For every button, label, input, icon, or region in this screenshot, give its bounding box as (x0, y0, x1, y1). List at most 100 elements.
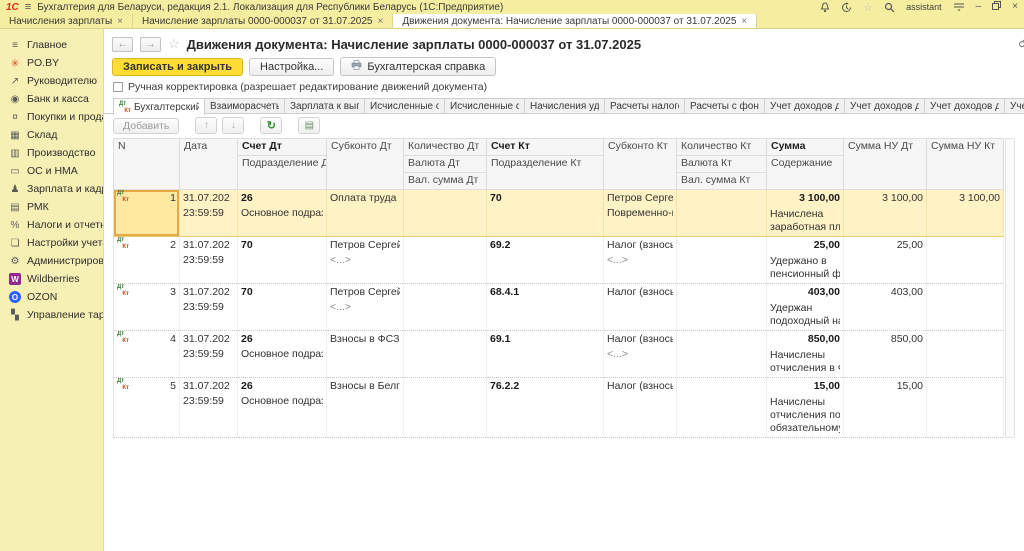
sidebar-item-зарплата-и-кадры[interactable]: ♟ Зарплата и кадры (0, 180, 103, 198)
sidebar-item-po-by[interactable]: ✳ PO.BY (0, 54, 103, 72)
search-icon[interactable] (884, 2, 895, 13)
register-tab[interactable]: Исчисленные стр... (445, 98, 525, 113)
sidebar-item-покупки-и-продажи[interactable]: ¤ Покупки и продажи (0, 108, 103, 126)
sidebar-item-налоги-и-отчетность[interactable]: % Налоги и отчетность (0, 216, 103, 234)
cell-amount-nu-kt[interactable] (926, 330, 1004, 378)
cell-n[interactable]: Дт Кт 5 (113, 377, 180, 438)
cell-n[interactable]: Дт Кт 1 (113, 189, 180, 237)
cell-debit-account[interactable]: 70 (237, 283, 327, 331)
register-tab[interactable]: Исчисленные отч... (365, 98, 445, 113)
cell-debit-subconto[interactable]: Взносы в Белгосс... (326, 377, 404, 438)
cell-credit-subconto[interactable]: Налог (взносы): н... <...> (603, 236, 677, 284)
cell-amount-nu-dt[interactable]: 850,00 (843, 330, 927, 378)
table-row[interactable]: ДтКт 2 31.07.202 23:59:59 70 Петров Сергей Ив… (113, 236, 1004, 284)
cell-amount[interactable]: 3 100,00 Начисленазаработная плата (766, 189, 844, 237)
sidebar-item-wildberries[interactable]: W Wildberries (0, 270, 103, 288)
table-row[interactable]: ДтКт 4 31.07.202 23:59:59 26 Основное подразд… (113, 330, 1004, 378)
cell-credit-qty[interactable] (676, 330, 767, 378)
sidebar-item-настройки-учета[interactable]: ❏ Настройки учета (0, 234, 103, 252)
cell-amount-nu-dt[interactable]: 403,00 (843, 283, 927, 331)
sidebar-item-администрирование[interactable]: ⚙ Администрирование (0, 252, 103, 270)
sidebar-item-ozon[interactable]: O OZON (0, 288, 103, 306)
current-user-label[interactable]: assistant (906, 2, 942, 12)
mdi-tab[interactable]: Начисления зарплаты × (0, 14, 133, 28)
accounting-reference-button[interactable]: Бухгалтерская справка (340, 57, 497, 76)
forward-button[interactable]: → (140, 36, 161, 52)
cell-date[interactable]: 31.07.202 23:59:59 (179, 189, 238, 237)
register-tab[interactable]: Учет доходов для... (1005, 98, 1024, 113)
history-icon[interactable] (841, 1, 852, 13)
vertical-scrollbar[interactable] (1005, 138, 1015, 438)
cell-credit-subconto[interactable]: Петров Сергей Ив... Повременно-прем... (603, 189, 677, 237)
cell-amount[interactable]: 25,00 Удержано впенсионный фонд (766, 236, 844, 284)
col-header-amount[interactable]: Сумма (766, 138, 844, 156)
cell-date[interactable]: 31.07.202 23:59:59 (179, 330, 238, 378)
cell-credit-subconto[interactable]: Налог (взносы): н... (603, 377, 677, 438)
cell-credit-account[interactable]: 69.1 (486, 330, 604, 378)
register-tab[interactable]: Зарплата к выплате (285, 98, 365, 113)
cell-credit-account[interactable]: 68.4.1 (486, 283, 604, 331)
col-header-debit-cur-amount[interactable]: Вал. сумма Дт (403, 172, 487, 190)
cell-debit-account[interactable]: 70 (237, 236, 327, 284)
register-tab[interactable]: Расчеты налогоп... (605, 98, 685, 113)
cell-amount-nu-kt[interactable] (926, 283, 1004, 331)
move-down-button[interactable]: ↓ (222, 117, 245, 134)
close-tab-icon[interactable]: × (378, 16, 384, 27)
cell-date[interactable]: 31.07.202 23:59:59 (179, 377, 238, 438)
cell-credit-account[interactable]: 69.2 (486, 236, 604, 284)
cell-debit-qty[interactable] (403, 377, 487, 438)
col-header-n[interactable]: N (113, 138, 180, 190)
service-menu-icon[interactable] (953, 2, 965, 12)
col-header-debit-account[interactable]: Счет Дт (237, 138, 327, 156)
col-header-debit-qty[interactable]: Количество Дт (403, 138, 487, 156)
cell-amount-nu-kt[interactable] (926, 377, 1004, 438)
cell-debit-account[interactable]: 26 Основное подразделение (237, 330, 327, 378)
col-header-debit-subconto[interactable]: Субконто Дт (326, 138, 404, 190)
cell-n[interactable]: Дт Кт 4 (113, 330, 180, 378)
output-list-button[interactable]: ▤ (298, 117, 321, 134)
cell-credit-qty[interactable] (676, 236, 767, 284)
cell-amount-nu-dt[interactable]: 3 100,00 (843, 189, 927, 237)
cell-amount-nu-dt[interactable]: 15,00 (843, 377, 927, 438)
col-header-credit-account[interactable]: Счет Кт (486, 138, 604, 156)
cell-debit-qty[interactable] (403, 283, 487, 331)
sidebar-item-главное[interactable]: ≡ Главное (0, 36, 103, 54)
refresh-button[interactable]: ↻ (260, 117, 283, 134)
register-tab[interactable]: Учет доходов для... (765, 98, 845, 113)
cell-credit-account[interactable]: 70 (486, 189, 604, 237)
get-link-icon[interactable] (1018, 37, 1024, 51)
cell-date[interactable]: 31.07.202 23:59:59 (179, 236, 238, 284)
col-header-credit-qty[interactable]: Количество Кт (676, 138, 767, 156)
close-tab-icon[interactable]: × (117, 16, 123, 27)
cell-debit-subconto[interactable]: Петров Сергей Ив... <...> (326, 236, 404, 284)
hamburger-menu-icon[interactable]: ≡ (25, 1, 31, 13)
notifications-bell-icon[interactable] (820, 1, 830, 13)
register-tab[interactable]: ДтКтБухгалтерский и ... (113, 98, 205, 115)
cell-amount-nu-dt[interactable]: 25,00 (843, 236, 927, 284)
minimize-button[interactable]: – (976, 2, 982, 12)
cell-debit-subconto[interactable]: Взносы в ФСЗН (326, 330, 404, 378)
cell-n[interactable]: Дт Кт 3 (113, 283, 180, 331)
table-row[interactable]: ДтКт 5 31.07.202 23:59:59 26 Основное подразд… (113, 377, 1004, 438)
sidebar-item-ос-и-нма[interactable]: ▭ ОС и НМА (0, 162, 103, 180)
back-button[interactable]: ← (112, 36, 133, 52)
restore-button[interactable] (992, 1, 1002, 13)
col-header-credit-subconto[interactable]: Субконто Кт (603, 138, 677, 190)
close-window-button[interactable]: × (1012, 2, 1018, 12)
favorite-star-icon[interactable]: ☆ (168, 36, 180, 52)
col-header-debit-currency[interactable]: Валюта Дт (403, 155, 487, 173)
col-header-credit-cur-amount[interactable]: Вал. сумма Кт (676, 172, 767, 190)
cell-credit-subconto[interactable]: Налог (взносы): н... <...> (603, 330, 677, 378)
sidebar-item-банк-и-касса[interactable]: ◉ Банк и касса (0, 90, 103, 108)
manual-adjustment-checkbox[interactable] (113, 82, 123, 92)
col-header-debit-department[interactable]: Подразделение Дт (237, 155, 327, 190)
cell-credit-qty[interactable] (676, 189, 767, 237)
cell-debit-qty[interactable] (403, 330, 487, 378)
col-header-amount-nu-kt[interactable]: Сумма НУ Кт (926, 138, 1004, 190)
register-tab[interactable]: Учет доходов для... (845, 98, 925, 113)
register-tab[interactable]: Учет доходов для... (925, 98, 1005, 113)
close-tab-icon[interactable]: × (741, 16, 747, 27)
col-header-credit-currency[interactable]: Валюта Кт (676, 155, 767, 173)
settings-button[interactable]: Настройка... (249, 57, 335, 76)
col-header-content[interactable]: Содержание (766, 155, 844, 190)
